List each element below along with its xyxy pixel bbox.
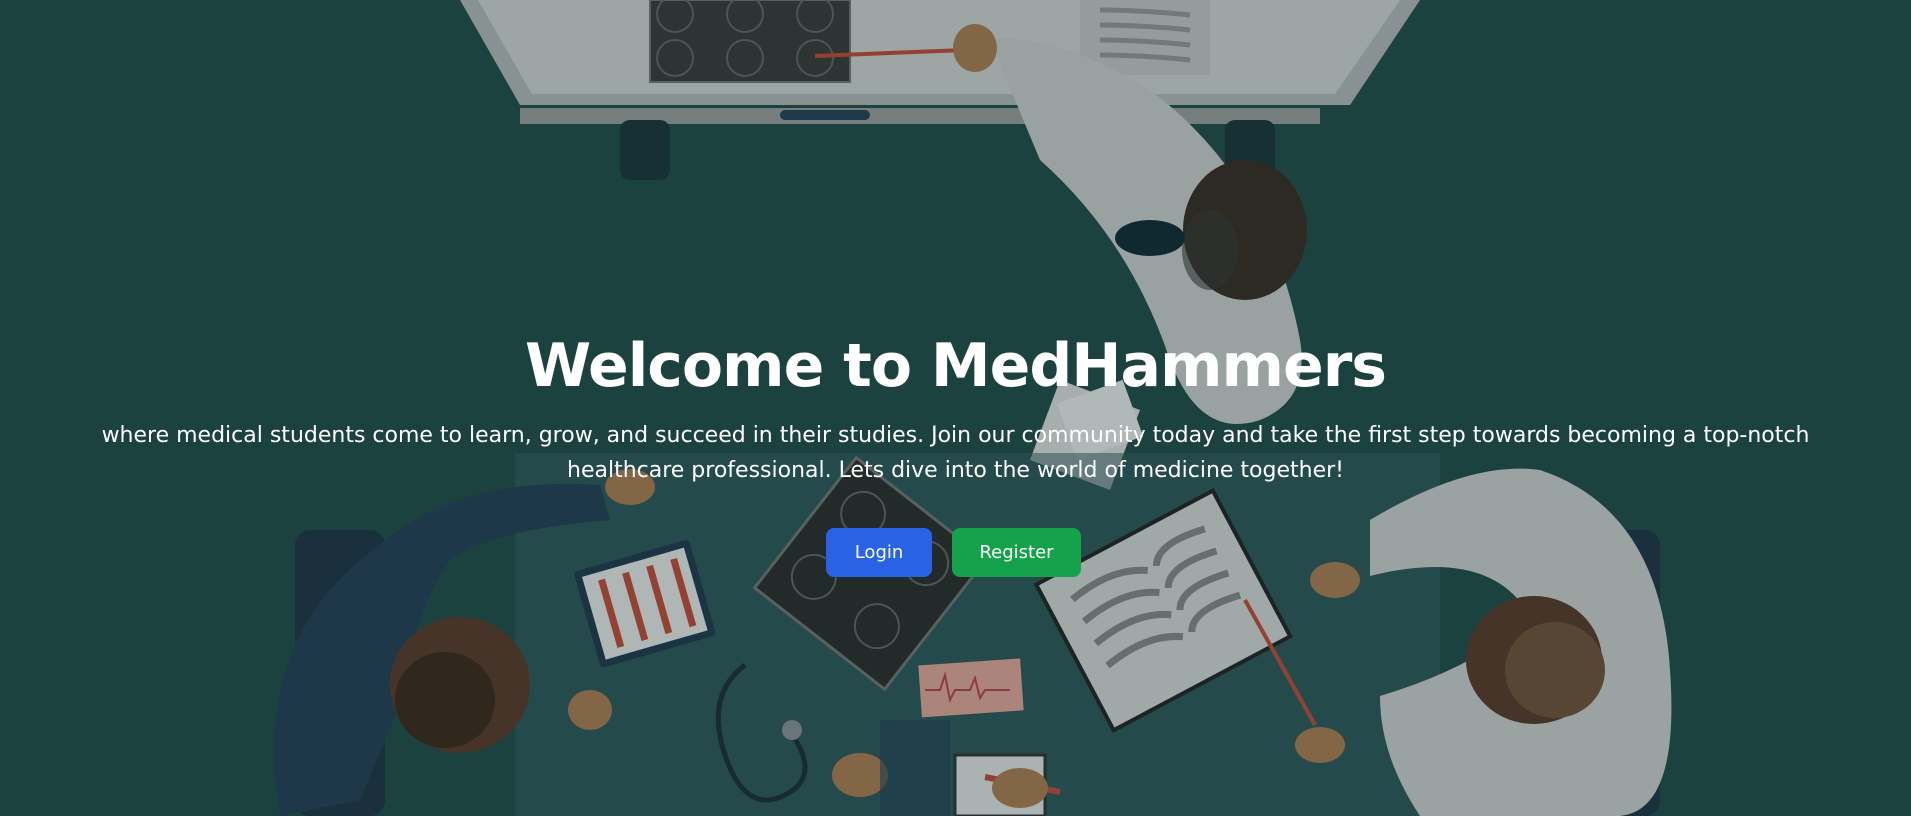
hero-subtitle: where medical students come to learn, gr… xyxy=(101,423,1810,483)
hero-content: Welcome to MedHammers where medical stud… xyxy=(0,0,1911,816)
page-title: Welcome to MedHammers xyxy=(524,331,1387,401)
hero-section: Welcome to MedHammers where medical stud… xyxy=(0,0,1911,816)
login-button[interactable]: Login xyxy=(826,528,932,577)
register-button[interactable]: Register xyxy=(952,528,1081,577)
